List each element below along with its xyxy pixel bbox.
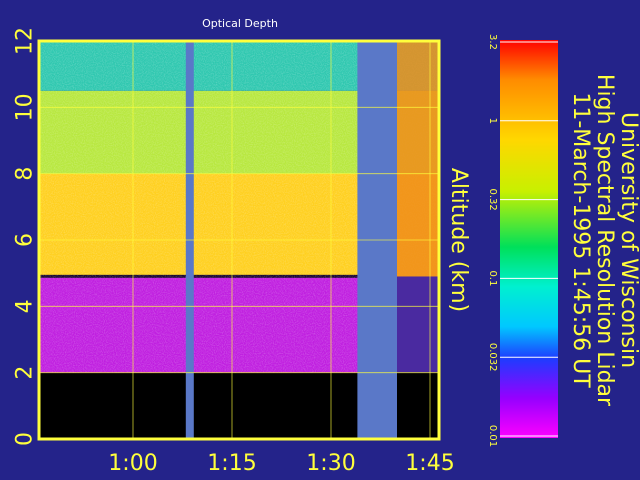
lidar-chart: Optical Depth 0 2 4 6 8 10 12 1:00 1:15 1:30 1:45… (13, 17, 640, 476)
post-gap-black (397, 372, 439, 439)
colorbar-tick-label: 3.2 (487, 34, 498, 50)
x-tick-label: 1:45 (405, 451, 454, 476)
y-tick-label: 12 (13, 27, 38, 55)
y-tick-label: 0 (13, 432, 38, 446)
y-axis-label: Altitude (km) (446, 168, 471, 312)
post-gap-lower (397, 276, 439, 373)
y-tick-label: 4 (13, 299, 38, 313)
colorbar: 3.2 1 0.32 0.1 0.032 0.01 (487, 34, 558, 447)
header-instrument: High Spectral Resolution Lidar (592, 74, 617, 407)
chart-title: Optical Depth (202, 17, 278, 30)
x-tick-label: 1:15 (207, 451, 256, 476)
header-date-time: 11-March-1995 1:45:56 UT (568, 92, 593, 388)
plot-area (37, 39, 441, 441)
y-tick-label: 6 (13, 233, 38, 247)
x-tick-label: 1:30 (306, 451, 355, 476)
y-tick-label: 8 (13, 167, 38, 181)
x-axis-ticks: 1:00 1:15 1:30 1:45 (108, 451, 454, 476)
y-tick-label: 10 (13, 93, 38, 121)
x-tick-label: 1:00 (108, 451, 157, 476)
y-axis-ticks: 0 2 4 6 8 10 12 (13, 27, 38, 446)
colorbar-tick-label: 0.32 (487, 188, 498, 210)
colorbar-tick-label: 0.032 (487, 343, 498, 372)
header-university: University of Wisconsin (616, 112, 640, 368)
colorbar-tick-label: 0.1 (487, 270, 498, 286)
colorbar-tick-label: 1 (487, 118, 498, 124)
y-tick-label: 2 (13, 366, 38, 380)
colorbar-tick-label: 0.01 (487, 425, 498, 447)
colorbar-gradient-bar (500, 40, 558, 438)
